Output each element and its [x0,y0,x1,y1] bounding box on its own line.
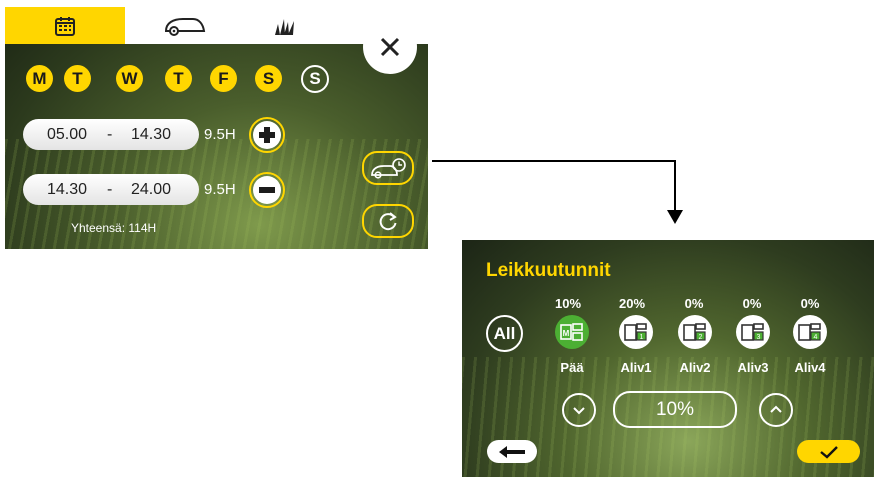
day-sunday[interactable]: S [301,65,329,93]
tab-grass[interactable] [245,7,325,44]
decrease-button[interactable] [562,393,596,427]
zone-label: Aliv3 [737,360,769,375]
percent-value-field[interactable]: 10% [613,391,737,428]
calendar-icon [55,16,75,36]
zone-percent: 0% [684,296,704,311]
slot-start: 05.00 [47,125,88,143]
zone-badge: 2 [699,334,703,341]
zone-percent: 10% [554,296,582,311]
slot-separator: - [107,180,113,198]
slot-separator: - [107,125,113,143]
zone-aliv2-button[interactable]: 2 [678,315,712,349]
arrow-head-icon [667,210,683,224]
tab-mower[interactable] [135,7,235,44]
add-slot-button[interactable] [249,117,285,153]
refresh-icon [379,212,397,231]
connector-line [674,160,676,212]
zone-badge: 3 [757,334,761,341]
day-tuesday[interactable]: T [64,65,91,92]
zone-aliv3-button[interactable]: 3 [736,315,770,349]
zone-badge: 1 [640,334,644,341]
subzone-icon: 1 [624,323,647,341]
close-button[interactable] [363,20,417,74]
increase-button[interactable] [759,393,793,427]
back-button[interactable] [487,440,537,463]
slot-end: 14.30 [131,125,172,143]
grass-icon [275,18,294,35]
slot-hours: 9.5H [204,181,236,198]
subzone-icon: 4 [798,323,821,341]
chevron-down-icon [573,407,585,415]
zone-label: Pää [560,360,584,375]
zone-badge: 4 [814,334,818,341]
zone-label: Aliv2 [679,360,711,375]
zone-hours-panel: Leikkuutunnit All 10% 20% 0% 0% 0% M 1 2 [462,240,874,477]
time-slot-2[interactable]: 14.30 - 24.00 [23,174,199,205]
total-hours: Yhteensä: 114H [71,221,157,235]
mower-clock-icon [371,158,406,179]
subzone-icon: 3 [741,323,764,341]
day-friday[interactable]: F [210,65,237,92]
mower-timer-button[interactable] [362,151,414,185]
slot-end: 24.00 [131,180,172,198]
zone-aliv1-button[interactable]: 1 [619,315,653,349]
zone-aliv4-button[interactable]: 4 [793,315,827,349]
zone-percent: 0% [800,296,820,311]
zone-percent: 0% [742,296,762,311]
tab-schedule[interactable] [5,7,125,44]
zone-label: Aliv4 [794,360,826,375]
chevron-up-icon [770,405,782,413]
minus-icon [259,187,275,193]
slot-start: 14.30 [47,180,88,198]
day-saturday[interactable]: S [255,65,282,92]
arrow-left-icon [499,445,525,458]
time-slot-1[interactable]: 05.00 - 14.30 [23,119,199,150]
day-wednesday[interactable]: W [116,65,143,92]
subzone-icon: 2 [683,323,706,341]
plus-icon [259,127,275,143]
main-zone-icon: M [560,323,583,341]
mower-icon [164,17,206,36]
close-icon [380,37,400,57]
connector-line [432,160,675,162]
page-title: Leikkuutunnit [486,260,611,281]
zone-label: Aliv1 [620,360,652,375]
confirm-button[interactable] [797,440,860,463]
all-zones-button[interactable]: All [486,315,523,352]
slot-hours: 9.5H [204,126,236,143]
refresh-button[interactable] [362,204,414,238]
zone-main-button[interactable]: M [555,315,589,349]
checkmark-icon [819,445,838,459]
zone-percent: 20% [618,296,646,311]
schedule-panel: M T W T F S S 05.00 - 14.30 9.5H 14.30 -… [5,7,428,249]
zone-badge: M [563,329,570,338]
remove-slot-button[interactable] [249,172,285,208]
day-monday[interactable]: M [26,65,53,92]
day-thursday[interactable]: T [165,65,192,92]
